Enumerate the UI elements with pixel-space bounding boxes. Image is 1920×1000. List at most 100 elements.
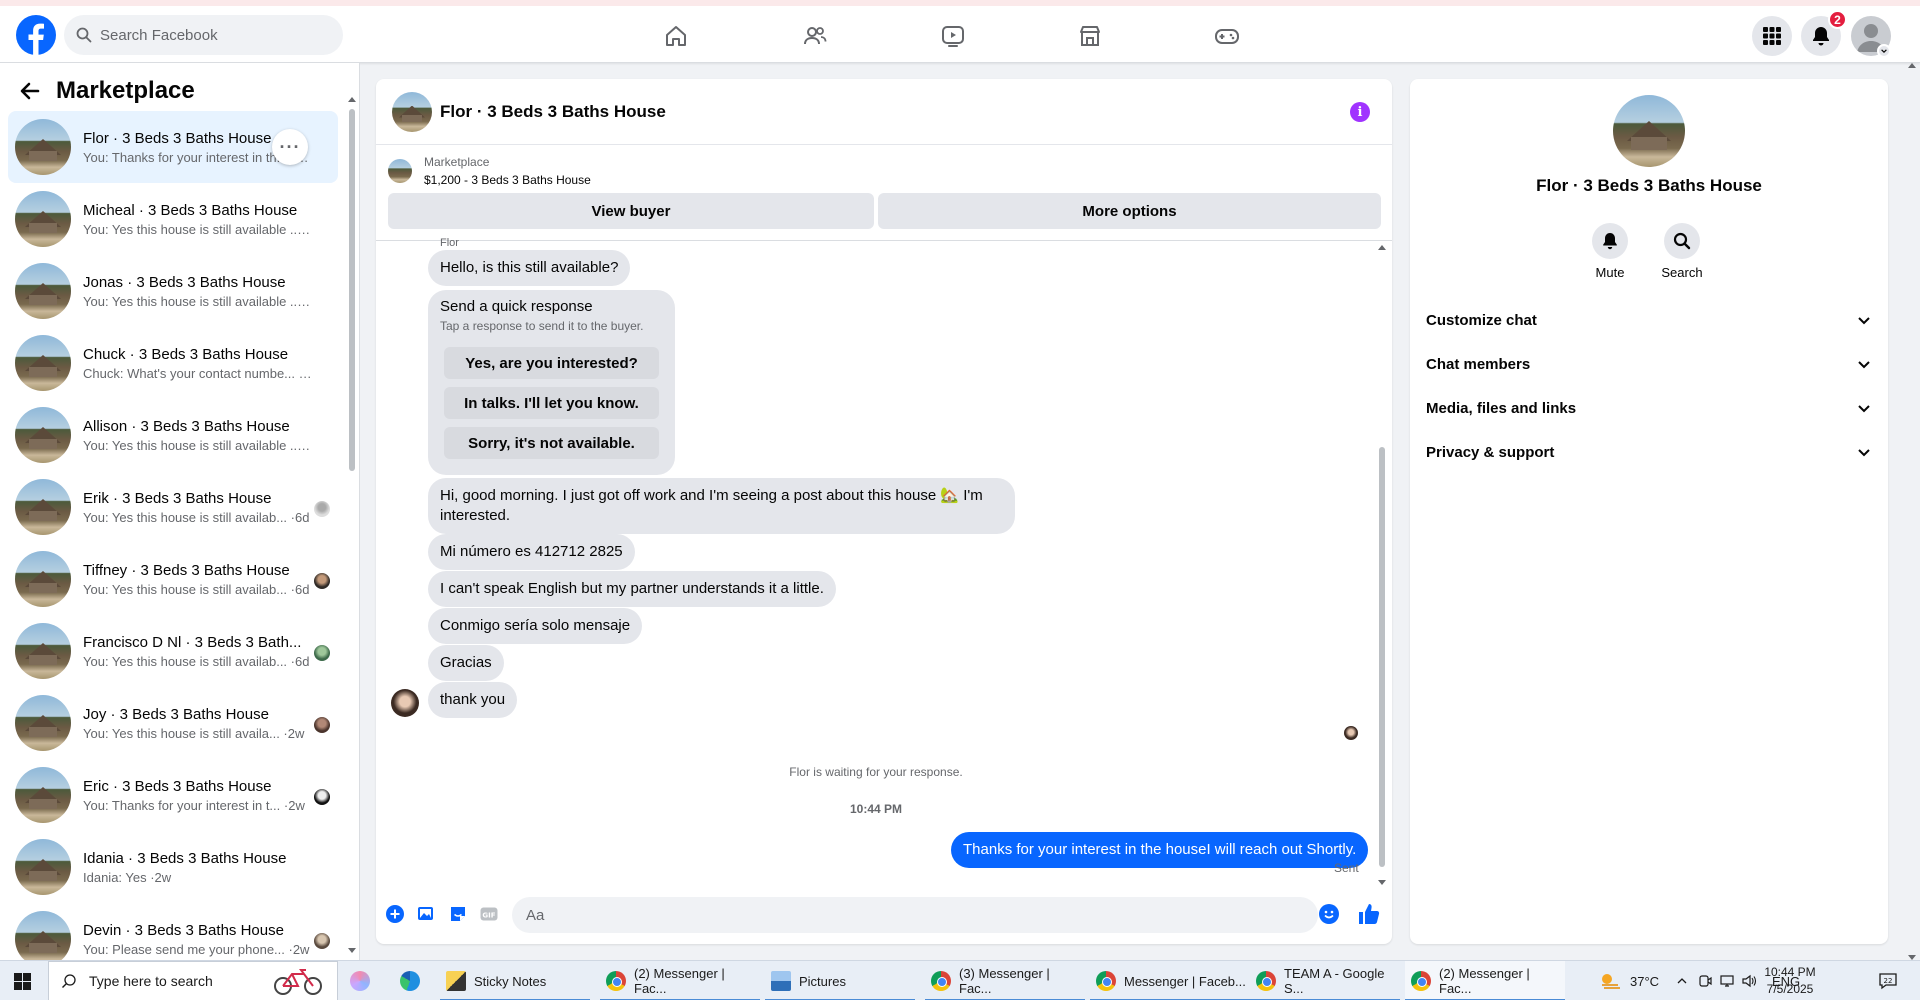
quick-response-option[interactable]: Yes, are you interested?	[444, 347, 659, 379]
weather-icon	[1602, 974, 1620, 989]
conversation-item[interactable]: Micheal · 3 Beds 3 Baths House You: Yes t…	[8, 183, 338, 255]
quick-response-option[interactable]: Sorry, it's not available.	[444, 427, 659, 459]
seen-avatar-icon	[314, 573, 330, 589]
media-files-links-section[interactable]: Media, files and links	[1426, 386, 1872, 430]
conversation-snippet: You: Yes this house is still availa... ·…	[83, 725, 305, 741]
section-label: Media, files and links	[1426, 399, 1577, 417]
conversation-name: Eric · 3 Beds 3 Baths House	[83, 777, 272, 795]
conversation-details-panel: Flor · 3 Beds 3 Baths House Mute Search …	[1410, 79, 1888, 944]
facebook-search-input[interactable]	[100, 26, 320, 44]
gaming-icon[interactable]	[1207, 16, 1247, 56]
sidebar-scrollbar[interactable]	[348, 95, 356, 955]
customize-chat-section[interactable]: Customize chat	[1426, 298, 1872, 342]
taskbar-app-google-sheets[interactable]: TEAM A - Google S...	[1250, 961, 1400, 1000]
account-caret-icon[interactable]	[1877, 44, 1891, 58]
video-icon[interactable]	[933, 16, 973, 56]
conversation-item[interactable]: Jonas · 3 Beds 3 Baths House You: Yes thi…	[8, 255, 338, 327]
taskbar-app-messenger[interactable]: Messenger | Faceb...	[1090, 961, 1250, 1000]
friends-icon[interactable]	[795, 16, 835, 56]
taskbar-app-pictures[interactable]: Pictures	[765, 961, 915, 1000]
quick-response-option[interactable]: In talks. I'll let you know.	[444, 387, 659, 419]
taskbar-app-messenger[interactable]: (3) Messenger | Fac...	[925, 961, 1085, 1000]
listing-price-title: $1,200 - 3 Beds 3 Baths House	[424, 173, 591, 187]
conversation-item[interactable]: Chuck · 3 Beds 3 Baths House Chuck: What'…	[8, 327, 338, 399]
chat-title[interactable]: Flor · 3 Beds 3 Baths House	[440, 102, 666, 122]
conversation-snippet: You: Yes this house is still available .…	[83, 221, 313, 237]
incoming-message: Conmigo sería solo mensaje	[428, 608, 643, 644]
bicycle-icon	[274, 969, 322, 995]
search-conversation-button[interactable]: Search	[1652, 223, 1712, 280]
seen-avatar-icon	[314, 789, 330, 805]
taskbar-app-messenger-active[interactable]: (2) Messenger | Fac...	[1405, 961, 1565, 1000]
section-label: Chat members	[1426, 355, 1531, 373]
weather-temperature: 37°C	[1630, 973, 1660, 989]
chevron-down-icon	[1858, 449, 1870, 457]
photo-icon[interactable]	[415, 903, 437, 925]
taskbar-app-messenger[interactable]: (2) Messenger | Fac...	[600, 961, 760, 1000]
windows-start-icon[interactable]	[14, 973, 31, 990]
sticker-icon[interactable]	[447, 903, 469, 925]
listing-thumbnail	[15, 551, 71, 607]
chat-panel: Flor · 3 Beds 3 Baths House i Marketplac…	[376, 79, 1392, 944]
conversation-item[interactable]: Eric · 3 Beds 3 Baths House You: Thanks f…	[8, 759, 338, 831]
view-buyer-button[interactable]: View buyer	[388, 193, 874, 229]
menu-grid-icon[interactable]	[1752, 16, 1792, 56]
conversation-snippet: You: Please send me your phone... ·2w	[83, 941, 310, 957]
notifications-button[interactable]: 2	[1801, 10, 1847, 56]
more-options-button[interactable]: More options	[878, 193, 1381, 229]
search-icon	[62, 974, 76, 988]
chevron-down-icon	[1858, 317, 1870, 325]
conversation-item[interactable]: Erik · 3 Beds 3 Baths House You: Yes this…	[8, 471, 338, 543]
taskbar-clock[interactable]: 10:44 PM 7/5/2025	[1750, 964, 1830, 998]
conversation-item[interactable]: Joy · 3 Beds 3 Baths House You: Yes this …	[8, 687, 338, 759]
conversation-name: Allison · 3 Beds 3 Baths House	[83, 417, 290, 435]
seen-avatar-icon	[314, 717, 330, 733]
facebook-search-box[interactable]	[64, 15, 343, 55]
back-arrow-icon[interactable]	[18, 79, 42, 103]
section-label: Customize chat	[1426, 311, 1537, 329]
message-timestamp: 10:44 PM	[849, 802, 903, 816]
privacy-support-section[interactable]: Privacy & support	[1426, 430, 1872, 474]
bell-icon	[1813, 27, 1829, 46]
conversation-item[interactable]: Flor · 3 Beds 3 Baths House You: Thanks f…	[8, 111, 338, 183]
gif-icon[interactable]: GIF	[478, 903, 500, 925]
weather-widget[interactable]: 37°C	[1598, 961, 1659, 1000]
info-icon[interactable]: i	[1350, 102, 1370, 122]
pinned-app-icon[interactable]	[350, 961, 378, 1000]
chat-members-section[interactable]: Chat members	[1426, 342, 1872, 386]
waiting-notice: Flor is waiting for your response.	[789, 765, 963, 779]
network-icon[interactable]	[1720, 974, 1734, 988]
conversation-avatar[interactable]	[1613, 95, 1685, 167]
edge-icon[interactable]	[400, 961, 428, 1000]
conversation-item[interactable]: Francisco D Nl · 3 Beds 3 Bath... You: Ye…	[8, 615, 338, 687]
conversation-snippet: You: Thanks for your interest in t... ·2…	[83, 797, 305, 813]
emoji-icon[interactable]	[1319, 904, 1339, 924]
meet-now-icon[interactable]	[1698, 974, 1712, 988]
more-options-icon[interactable]: ···	[272, 129, 308, 165]
thumbs-up-icon[interactable]	[1356, 901, 1382, 927]
chat-avatar[interactable]	[392, 91, 432, 132]
chat-header: Flor · 3 Beds 3 Baths House i	[376, 79, 1392, 145]
conversation-name: Joy · 3 Beds 3 Baths House	[83, 705, 269, 723]
incoming-message: thank you	[428, 682, 518, 718]
home-icon[interactable]	[656, 16, 696, 56]
page-scrollbar[interactable]	[1906, 63, 1918, 960]
marketplace-icon[interactable]	[1070, 16, 1110, 56]
listing-summary[interactable]: Marketplace $1,200 - 3 Beds 3 Baths Hous…	[388, 153, 591, 189]
conversation-name: Idania · 3 Beds 3 Baths House	[83, 849, 287, 867]
chevron-up-icon[interactable]	[1676, 975, 1688, 987]
sent-status: Sent	[1334, 861, 1359, 875]
notification-center-icon[interactable]: 22	[1878, 961, 1898, 1000]
conversation-item[interactable]: Tiffney · 3 Beds 3 Baths House You: Yes t…	[8, 543, 338, 615]
quick-response-subtitle: Tap a response to send it to the buyer.	[440, 319, 644, 333]
plus-icon[interactable]	[384, 903, 406, 925]
facebook-logo-icon[interactable]	[16, 15, 56, 55]
chat-scrollbar[interactable]	[1377, 245, 1387, 885]
listing-thumbnail	[15, 479, 71, 535]
mute-button[interactable]: Mute	[1580, 223, 1640, 280]
conversation-item[interactable]: Idania · 3 Beds 3 Baths House Idania: Yes…	[8, 831, 338, 903]
conversation-name: Jonas · 3 Beds 3 Baths House	[83, 273, 286, 291]
taskbar-app-sticky-notes[interactable]: Sticky Notes	[440, 961, 590, 1000]
message-input[interactable]	[512, 897, 1318, 933]
conversation-item[interactable]: Allison · 3 Beds 3 Baths House You: Yes t…	[8, 399, 338, 471]
